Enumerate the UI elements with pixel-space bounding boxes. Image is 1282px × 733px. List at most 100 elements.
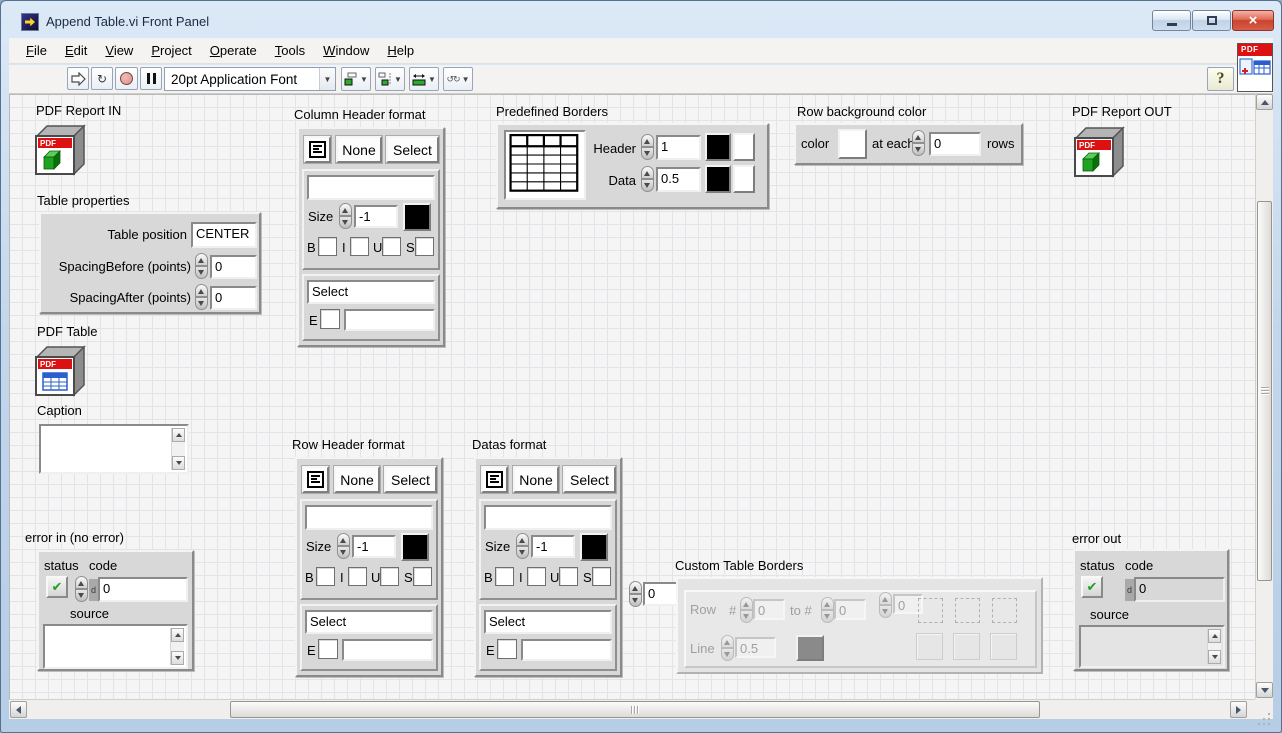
menu-view[interactable]: View [96, 40, 142, 61]
horizontal-scroll-thumb[interactable] [230, 701, 1040, 718]
font-selector[interactable]: 20pt Application Font ▼ [164, 67, 336, 91]
e-field[interactable] [342, 639, 433, 661]
underline-checkbox[interactable] [380, 567, 399, 586]
minimize-button[interactable] [1152, 10, 1191, 31]
table-position-field[interactable]: CENTER [191, 222, 257, 248]
scroll-down-button[interactable] [171, 651, 184, 665]
row-color-box[interactable] [838, 129, 867, 159]
maximize-button[interactable] [1192, 10, 1231, 31]
font-select-field[interactable]: Select [484, 610, 612, 634]
menu-operate[interactable]: Operate [201, 40, 266, 61]
data-width-spinner[interactable] [641, 166, 654, 192]
bold-checkbox[interactable] [495, 567, 514, 586]
resize-grip[interactable] [1255, 699, 1273, 719]
size-spinner[interactable] [337, 533, 350, 559]
menu-window[interactable]: Window [314, 40, 378, 61]
e-checkbox[interactable] [320, 309, 340, 329]
data-width-field[interactable]: 0.5 [656, 167, 701, 192]
none-button[interactable]: None [334, 466, 380, 493]
data-border-color-box[interactable] [705, 165, 731, 193]
scroll-down-button[interactable] [1256, 682, 1273, 698]
spacing-after-field[interactable]: 0 [210, 286, 257, 310]
distribute-objects-button[interactable]: ▼ [375, 67, 405, 91]
underline-checkbox[interactable] [559, 567, 578, 586]
font-color-box[interactable] [401, 533, 429, 561]
e-checkbox[interactable] [497, 639, 517, 659]
menu-project[interactable]: Project [142, 40, 200, 61]
rows-count-spinner[interactable] [912, 130, 925, 156]
bold-checkbox[interactable] [318, 237, 337, 256]
spacing-after-spinner[interactable] [195, 284, 208, 310]
underline-checkbox[interactable] [382, 237, 401, 256]
select-button[interactable]: Select [386, 136, 439, 163]
header-fill-color-box[interactable] [733, 133, 755, 161]
strike-checkbox[interactable] [413, 567, 432, 586]
font-name-field[interactable] [484, 505, 612, 530]
source-scrollbar[interactable] [1207, 629, 1221, 664]
menu-help[interactable]: Help [378, 40, 423, 61]
vi-icon[interactable]: PDF [1237, 43, 1273, 92]
size-spinner[interactable] [516, 533, 529, 559]
text-align-button[interactable] [302, 466, 329, 493]
run-button[interactable] [67, 67, 89, 90]
menu-tools[interactable]: Tools [266, 40, 314, 61]
text-align-button[interactable] [481, 466, 508, 493]
scroll-left-button[interactable] [10, 701, 27, 718]
abort-button[interactable] [115, 67, 138, 90]
none-button[interactable]: None [513, 466, 559, 493]
horizontal-scrollbar[interactable] [9, 699, 1255, 719]
e-field[interactable] [521, 639, 612, 661]
resize-objects-button[interactable]: ▼ [409, 67, 439, 91]
font-name-field[interactable] [305, 505, 433, 530]
italic-checkbox[interactable] [527, 567, 546, 586]
scroll-down-button[interactable] [172, 456, 185, 470]
array-index-spinner[interactable] [629, 581, 642, 607]
text-align-button[interactable] [304, 136, 331, 163]
scroll-up-button[interactable] [1208, 629, 1221, 643]
scroll-down-button[interactable] [1208, 650, 1221, 664]
spacing-before-spinner[interactable] [195, 253, 208, 279]
chevron-down-icon[interactable]: ▼ [319, 68, 335, 90]
context-help-button[interactable]: ? [1207, 67, 1234, 91]
status-boolean[interactable]: ✔ [46, 576, 68, 598]
italic-checkbox[interactable] [350, 237, 369, 256]
e-checkbox[interactable] [318, 639, 338, 659]
select-button[interactable]: Select [563, 466, 616, 493]
header-width-field[interactable]: 1 [656, 135, 701, 160]
spacing-before-field[interactable]: 0 [210, 255, 257, 279]
reorder-objects-button[interactable]: ↺↻ ▼ [443, 67, 473, 91]
italic-checkbox[interactable] [348, 567, 367, 586]
font-name-field[interactable] [307, 175, 435, 200]
titlebar[interactable]: Append Table.vi Front Panel × [1, 1, 1281, 37]
select-button[interactable]: Select [384, 466, 437, 493]
bold-checkbox[interactable] [316, 567, 335, 586]
data-fill-color-box[interactable] [733, 165, 755, 193]
font-select-field[interactable]: Select [305, 610, 433, 634]
font-color-box[interactable] [403, 203, 431, 231]
pause-button[interactable] [140, 67, 162, 90]
size-field[interactable]: -1 [352, 535, 396, 558]
caption-scrollbar[interactable] [171, 428, 185, 470]
align-objects-button[interactable]: ▼ [341, 67, 371, 91]
strike-checkbox[interactable] [592, 567, 611, 586]
source-textbox[interactable] [43, 624, 188, 669]
close-button[interactable]: × [1232, 10, 1274, 31]
scroll-up-button[interactable] [172, 428, 185, 442]
source-scrollbar[interactable] [170, 628, 184, 665]
scroll-up-button[interactable] [171, 628, 184, 642]
strike-checkbox[interactable] [415, 237, 434, 256]
size-spinner[interactable] [339, 203, 352, 229]
scroll-right-button[interactable] [1230, 701, 1247, 718]
header-border-color-box[interactable] [705, 133, 731, 161]
vertical-scrollbar[interactable] [1255, 94, 1273, 699]
scroll-up-button[interactable] [1256, 94, 1273, 110]
size-field[interactable]: -1 [354, 205, 398, 228]
code-field[interactable]: 0 [98, 577, 188, 602]
menu-edit[interactable]: Edit [56, 40, 96, 61]
code-spinner[interactable] [75, 576, 88, 602]
vertical-scroll-thumb[interactable] [1257, 201, 1272, 581]
menu-file[interactable]: File [17, 40, 56, 61]
rows-count-field[interactable]: 0 [929, 132, 981, 156]
header-width-spinner[interactable] [641, 134, 654, 160]
caption-textbox[interactable] [39, 424, 189, 474]
